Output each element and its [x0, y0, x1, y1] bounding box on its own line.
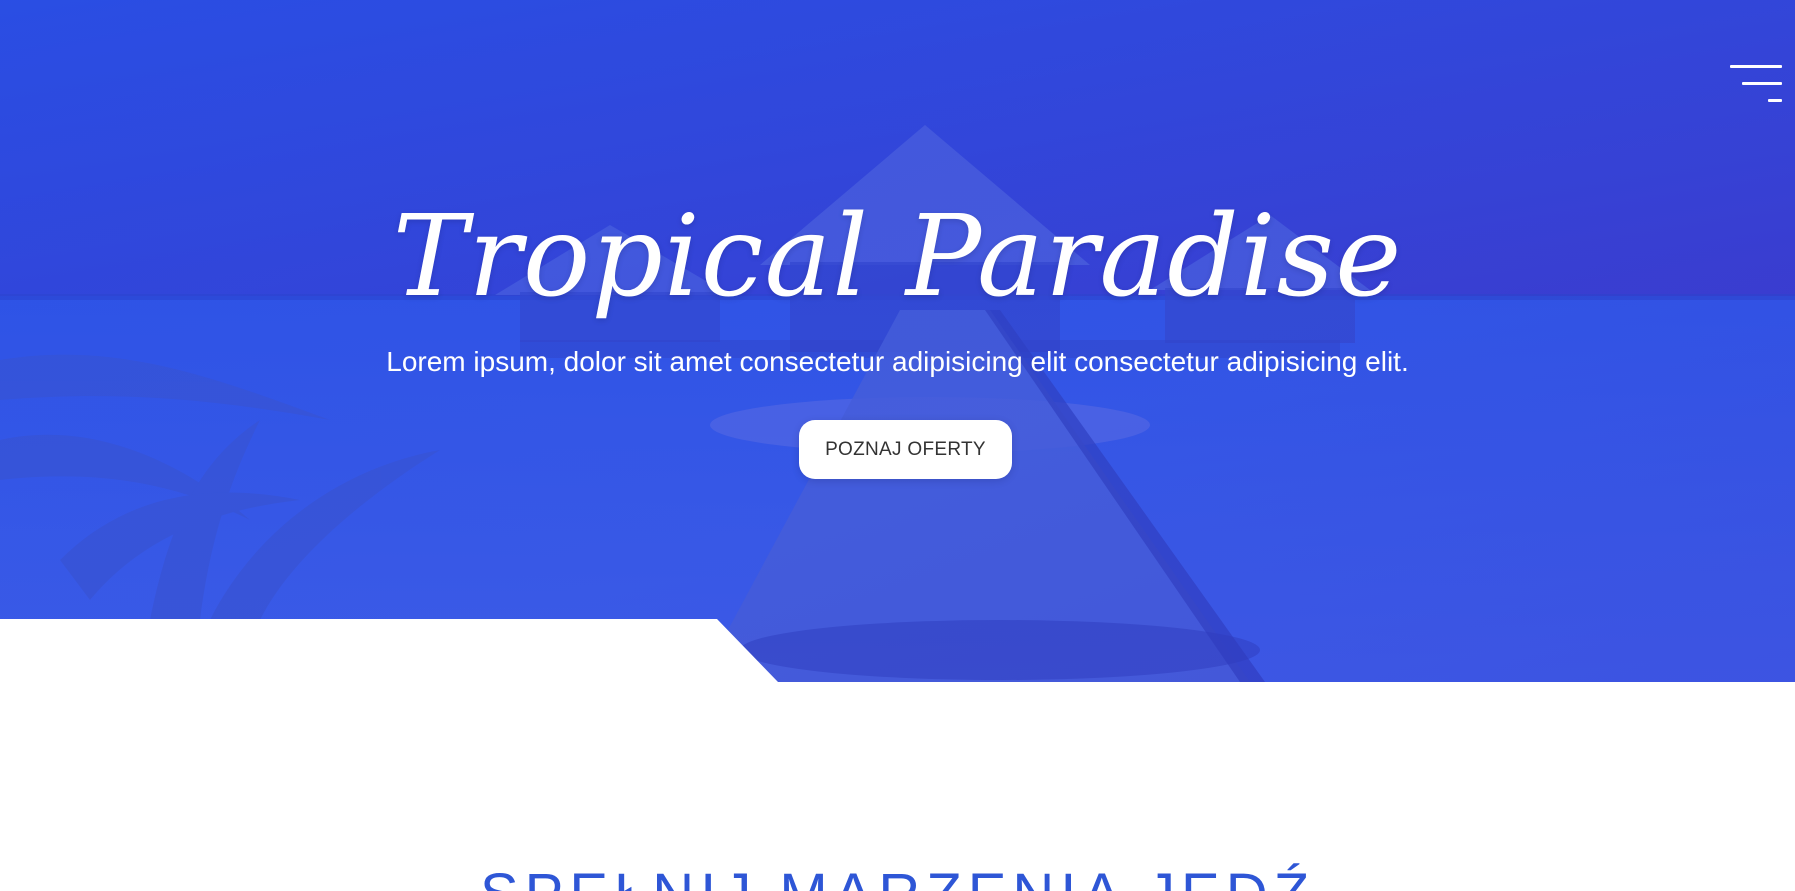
hero-section: Tropical Paradise Lorem ipsum, dolor sit… — [0, 0, 1795, 682]
landing-page: Tropical Paradise Lorem ipsum, dolor sit… — [0, 0, 1795, 891]
menu-bar-top — [1730, 65, 1782, 68]
hero-color-overlay — [0, 0, 1795, 682]
hero-angled-divider — [0, 619, 778, 682]
hamburger-menu-icon[interactable] — [1730, 62, 1782, 106]
hero-title: Tropical Paradise — [392, 192, 1403, 322]
menu-bar-middle — [1742, 82, 1782, 85]
hero-subtitle: Lorem ipsum, dolor sit amet consectetur … — [386, 346, 1409, 377]
section-heading: SPEŁNIJ MARZENIA JEDŹ — [0, 866, 1795, 891]
offers-button[interactable]: POZNAJ OFERTY — [799, 420, 1012, 479]
menu-bar-bottom — [1768, 99, 1782, 102]
